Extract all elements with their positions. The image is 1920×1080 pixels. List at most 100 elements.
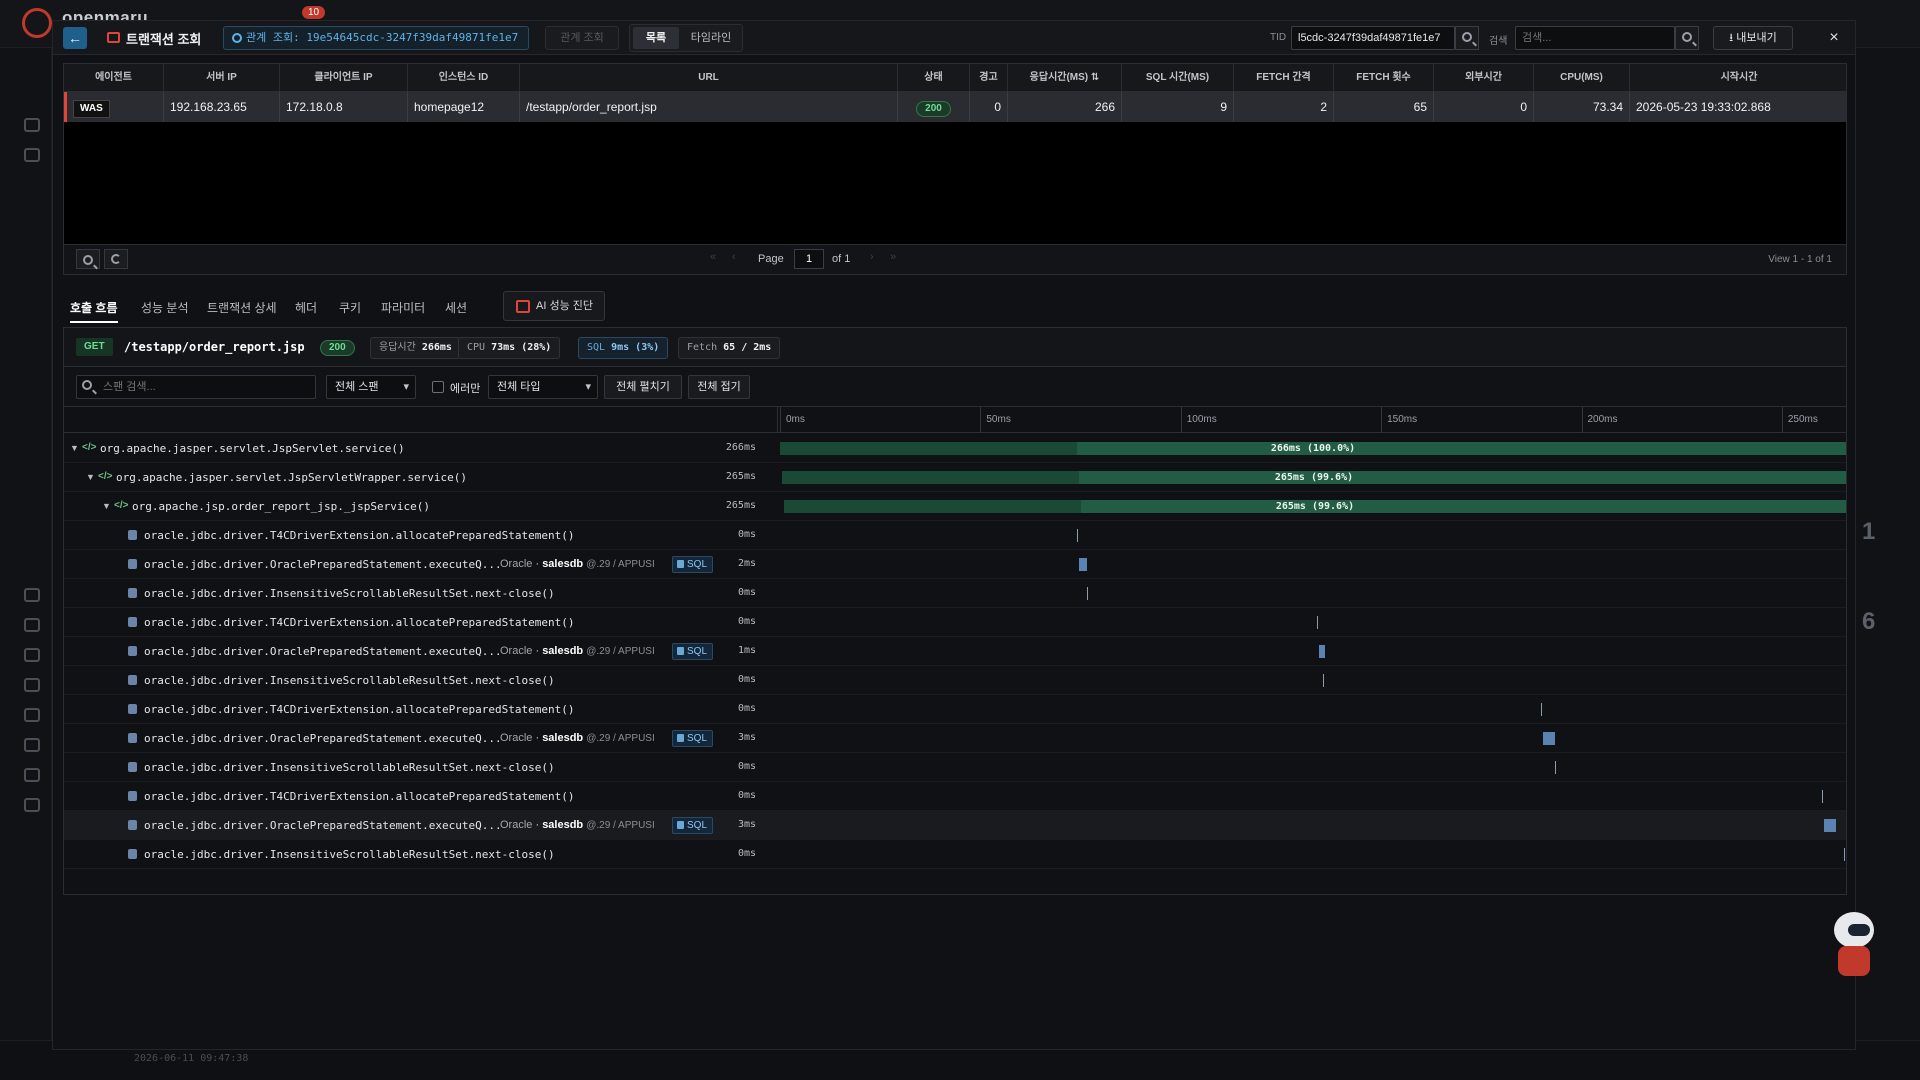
grid-search-button[interactable] <box>76 249 100 269</box>
col-instance-id[interactable]: 인스턴스 ID <box>408 64 520 92</box>
col-sql-time[interactable]: SQL 시간(MS) <box>1122 64 1234 92</box>
col-agent[interactable]: 에이전트 <box>64 64 164 92</box>
span-row[interactable]: oracle.jdbc.driver.OraclePreparedStateme… <box>64 637 1846 666</box>
span-row[interactable]: oracle.jdbc.driver.InsensitiveScrollable… <box>64 753 1846 782</box>
expand-all-button[interactable]: 전체 펼치기 <box>604 375 682 399</box>
tid-input[interactable] <box>1291 26 1455 50</box>
export-button[interactable]: ⭳ 내보내기 <box>1713 26 1793 50</box>
relation-link[interactable]: 관계 조회: 19e54645cdc-3247f39daf49871fe1e7 <box>223 26 529 50</box>
globe-icon[interactable] <box>24 588 40 602</box>
span-marker[interactable] <box>1076 529 1078 542</box>
page-input[interactable] <box>794 249 824 269</box>
span-marker[interactable] <box>1843 848 1845 861</box>
col-external[interactable]: 외부시간 <box>1434 64 1534 92</box>
span-row[interactable]: oracle.jdbc.driver.T4CDriverExtension.al… <box>64 608 1846 637</box>
db-version: @.29 / APPUSI <box>586 646 655 657</box>
collapse-all-button[interactable]: 전체 접기 <box>688 375 750 399</box>
span-marker[interactable] <box>1541 703 1543 716</box>
span-marker[interactable] <box>1555 761 1557 774</box>
col-fetch-count[interactable]: FETCH 횟수 <box>1334 64 1434 92</box>
span-row[interactable]: oracle.jdbc.driver.InsensitiveScrollable… <box>64 666 1846 695</box>
col-cpu[interactable]: CPU(MS) <box>1534 64 1630 92</box>
span-row[interactable]: oracle.jdbc.driver.OraclePreparedStateme… <box>64 724 1846 753</box>
span-marker[interactable] <box>1317 616 1318 629</box>
view-list-button[interactable]: 목록 <box>633 27 679 49</box>
span-search-input[interactable] <box>76 375 316 399</box>
heart-icon[interactable] <box>24 678 40 692</box>
page-count: of 1 <box>832 253 851 265</box>
search-button[interactable] <box>1675 26 1699 50</box>
col-url[interactable]: URL <box>520 64 898 92</box>
expand-caret-icon[interactable]: ▼ <box>102 501 111 511</box>
col-server-ip[interactable]: 서버 IP <box>164 64 280 92</box>
col-client-ip[interactable]: 클라이언트 IP <box>280 64 408 92</box>
span-bar[interactable] <box>1319 645 1325 658</box>
span-row[interactable]: oracle.jdbc.driver.OraclePreparedStateme… <box>64 811 1846 840</box>
expand-caret-icon[interactable]: ▼ <box>86 472 95 482</box>
span-row[interactable]: oracle.jdbc.driver.T4CDriverExtension.al… <box>64 782 1846 811</box>
ai-diagnosis-button[interactable]: AI 성능 진단 <box>503 291 605 321</box>
span-row[interactable]: oracle.jdbc.driver.T4CDriverExtension.al… <box>64 521 1846 550</box>
col-status[interactable]: 상태 <box>898 64 970 92</box>
next-page-icon[interactable]: › <box>870 251 874 263</box>
dashboard-icon[interactable] <box>24 118 40 132</box>
col-fetch-interval[interactable]: FETCH 간격 <box>1234 64 1334 92</box>
tab-transaction-detail[interactable]: 트랜잭션 상세 <box>207 299 277 316</box>
span-row[interactable]: oracle.jdbc.driver.T4CDriverExtension.al… <box>64 695 1846 724</box>
span-marker[interactable] <box>1821 790 1823 803</box>
span-duration: 3ms <box>737 732 756 743</box>
cell-instance-id: homepage12 <box>408 92 520 122</box>
expand-caret-icon[interactable]: ▼ <box>70 443 79 453</box>
tab-headers[interactable]: 헤더 <box>295 299 317 316</box>
code-icon: </> <box>98 471 113 482</box>
span-select[interactable]: 전체 스팬 <box>326 375 416 399</box>
shield-icon[interactable] <box>24 768 40 782</box>
tab-cookies[interactable]: 쿠키 <box>339 299 361 316</box>
refresh-button[interactable] <box>104 249 128 269</box>
view-timeline-button[interactable]: 타임라인 <box>682 27 740 49</box>
span-row[interactable]: oracle.jdbc.driver.OraclePreparedStateme… <box>64 550 1846 579</box>
settings-icon[interactable] <box>24 798 40 812</box>
span-bar[interactable] <box>1078 558 1087 571</box>
close-button[interactable]: × <box>1823 26 1845 50</box>
assistant-mascot[interactable] <box>1826 912 1882 984</box>
span-bar[interactable]: 266ms (100.0%) <box>780 442 1846 455</box>
bell-icon[interactable] <box>24 708 40 722</box>
tab-call-flow[interactable]: 호출 흐름 <box>70 299 118 316</box>
prev-page-icon[interactable]: ‹ <box>732 251 736 263</box>
span-marker[interactable] <box>1323 674 1325 687</box>
span-row[interactable]: ▼ </> org.apache.jasper.servlet.JspServlet… <box>64 434 1846 463</box>
col-start-time[interactable]: 시작시간 <box>1630 64 1848 92</box>
first-page-icon[interactable]: « <box>710 251 716 263</box>
relation-query-button[interactable]: 관계 조회 <box>545 26 619 50</box>
span-marker[interactable] <box>1086 587 1088 600</box>
search-input[interactable] <box>1515 26 1675 50</box>
axis-tick-label: 250ms <box>1781 407 1818 433</box>
tab-performance[interactable]: 성능 분석 <box>141 299 189 316</box>
tab-session[interactable]: 세션 <box>445 299 467 316</box>
database-icon[interactable] <box>24 618 40 632</box>
span-bar[interactable] <box>1543 732 1556 745</box>
last-page-icon[interactable]: » <box>890 251 896 263</box>
span-search-icon-wrap <box>76 375 100 399</box>
col-warning[interactable]: 경고 <box>970 64 1008 92</box>
span-row[interactable]: oracle.jdbc.driver.InsensitiveScrollable… <box>64 840 1846 869</box>
transaction-grid: 에이전트 서버 IP 클라이언트 IP 인스턴스 ID URL 상태 경고 응답… <box>63 63 1847 245</box>
span-bar[interactable]: 265ms (99.6%) <box>782 471 1846 484</box>
table-row[interactable]: WAS 192.168.23.65 172.18.0.8 homepage12 … <box>64 92 1846 122</box>
database-icon <box>128 559 137 569</box>
tab-parameters[interactable]: 파라미터 <box>381 299 425 316</box>
span-row[interactable]: ▼ </> org.apache.jsp.order_report_jsp._jsp… <box>64 492 1846 521</box>
type-select[interactable]: 전체 타입 <box>488 375 598 399</box>
chart-icon[interactable] <box>24 738 40 752</box>
monitor-icon[interactable] <box>24 648 40 662</box>
back-button[interactable]: ← <box>63 27 87 49</box>
span-row[interactable]: ▼ </> org.apache.jasper.servlet.JspServlet… <box>64 463 1846 492</box>
span-bar[interactable] <box>1823 819 1836 832</box>
span-row[interactable]: oracle.jdbc.driver.InsensitiveScrollable… <box>64 579 1846 608</box>
server-icon[interactable] <box>24 148 40 162</box>
errors-only-checkbox[interactable] <box>432 381 444 393</box>
span-bar[interactable]: 265ms (99.6%) <box>784 500 1846 513</box>
tid-search-button[interactable] <box>1455 26 1479 50</box>
col-response[interactable]: 응답시간(MS) ⇅ <box>1008 64 1122 92</box>
